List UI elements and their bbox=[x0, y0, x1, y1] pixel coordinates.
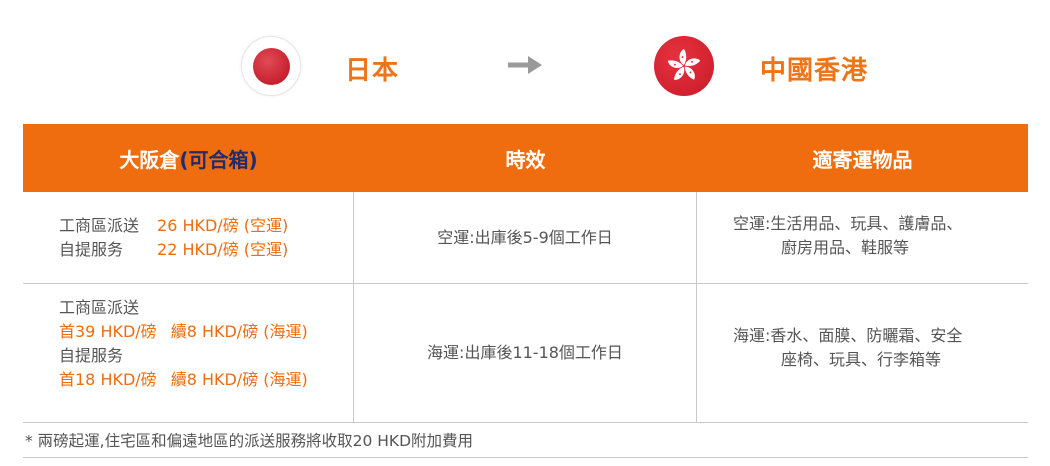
timing-text: 海運:出庫後11-18個工作日 bbox=[427, 343, 623, 362]
goods-cell: 海運:香水、面膜、防曬霜、安全 座椅、玩具、行李箱等 bbox=[697, 284, 1028, 422]
pricing-extra-weight: 續8 HKD/磅 (海運) bbox=[170, 370, 308, 389]
header-timing: 時效 bbox=[505, 147, 546, 172]
pricing-first-weight: 首18 HKD/磅 bbox=[59, 370, 157, 389]
table-row: 工商區派送 首39 HKD/磅 續8 HKD/磅 (海運) 自提服务 首18 HK… bbox=[23, 284, 1028, 423]
header-warehouse: 大阪倉 (可合箱) bbox=[23, 124, 354, 192]
timing-cell: 空運:出庫後5-9個工作日 bbox=[354, 192, 697, 283]
route-banner: 日本 中國香港 bbox=[0, 36, 1050, 100]
pricing-first-weight: 首39 HKD/磅 bbox=[59, 322, 157, 341]
shipping-rates-table: 大阪倉 (可合箱) 時效 適寄運物品 工商區派送 26 HKD/磅 (空運) 自提服… bbox=[23, 124, 1028, 423]
header-warehouse-label: 大阪倉 bbox=[119, 147, 180, 172]
timing-cell: 海運:出庫後11-18個工作日 bbox=[354, 284, 697, 422]
table-header: 大阪倉 (可合箱) 時效 適寄運物品 bbox=[23, 124, 1028, 192]
pricing-label: 自提服务 bbox=[59, 240, 124, 259]
table-row: 工商區派送 26 HKD/磅 (空運) 自提服务 22 HKD/磅 (空運) 空運:… bbox=[23, 192, 1028, 284]
pricing-label: 工商區派送 bbox=[59, 216, 140, 235]
footnote: * 兩磅起運,住宅區和偏遠地區的派送服務將收取20 HKD附加費用 bbox=[23, 424, 1028, 458]
pricing-price: 26 HKD/磅 (空運) bbox=[157, 216, 289, 235]
header-goods: 適寄運物品 bbox=[812, 147, 913, 172]
japan-flag-icon bbox=[241, 36, 301, 96]
header-warehouse-note: (可合箱) bbox=[179, 147, 258, 172]
hong-kong-flag-icon bbox=[654, 36, 714, 96]
origin-country: 日本 bbox=[345, 56, 400, 86]
pricing-cell: 工商區派送 首39 HKD/磅 續8 HKD/磅 (海運) 自提服务 首18 HK… bbox=[23, 284, 354, 422]
destination-country: 中國香港 bbox=[760, 56, 869, 86]
pricing-cell: 工商區派送 26 HKD/磅 (空運) 自提服务 22 HKD/磅 (空運) bbox=[23, 192, 354, 283]
goods-line: 空運:生活用品、玩具、護膚品、 bbox=[733, 214, 963, 233]
timing-text: 空運:出庫後5-9個工作日 bbox=[437, 227, 613, 247]
goods-cell: 空運:生活用品、玩具、護膚品、 廚房用品、鞋服等 bbox=[697, 192, 1028, 283]
goods-line: 座椅、玩具、行李箱等 bbox=[781, 350, 942, 369]
pricing-label: 自提服务 bbox=[59, 346, 124, 365]
pricing-label: 工商區派送 bbox=[59, 298, 140, 317]
goods-line: 海運:香水、面膜、防曬霜、安全 bbox=[733, 326, 963, 345]
pricing-extra-weight: 續8 HKD/磅 (海運) bbox=[170, 322, 308, 341]
goods-line: 廚房用品、鞋服等 bbox=[781, 238, 910, 257]
arrow-right-icon bbox=[508, 56, 542, 74]
pricing-price: 22 HKD/磅 (空運) bbox=[157, 240, 289, 259]
